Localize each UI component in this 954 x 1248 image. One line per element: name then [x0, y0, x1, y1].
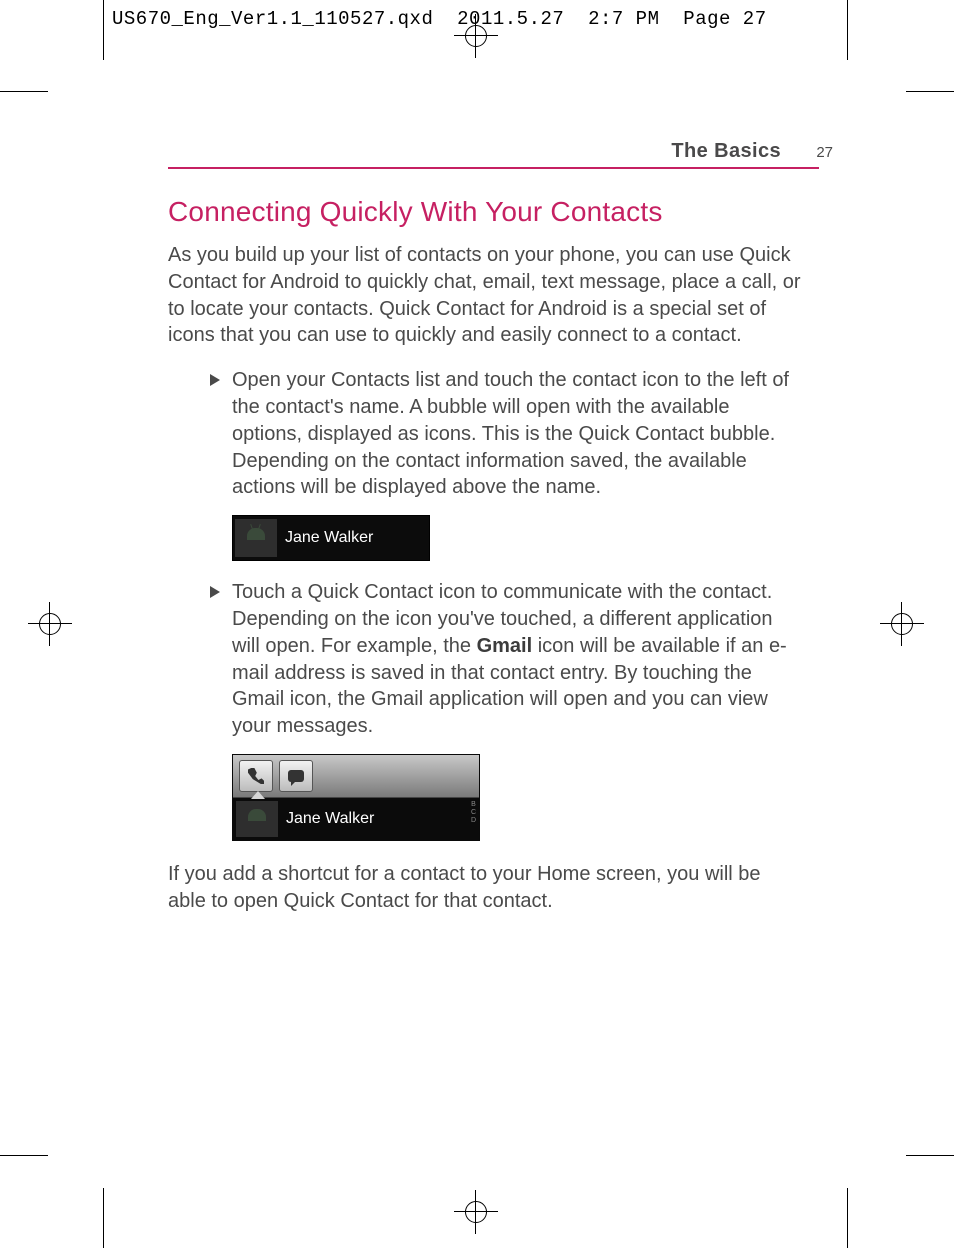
contact-name: Jane Walker	[285, 527, 373, 548]
crop-mark	[0, 91, 48, 92]
contact-chip-screenshot: Jane Walker	[232, 515, 430, 561]
heading: Connecting Quickly With Your Contacts	[168, 196, 802, 228]
intro-paragraph: As you build up your list of contacts on…	[168, 242, 802, 349]
print-slug-line: US670_Eng_Ver1.1_110527.qxd 2011.5.27 2:…	[112, 8, 767, 30]
contact-name: Jane Walker	[286, 808, 374, 829]
registration-mark-icon	[454, 1190, 498, 1234]
registration-mark-icon	[880, 602, 924, 646]
bullet-text-line: Touch a Quick Contact icon to communicat…	[232, 581, 772, 603]
crop-mark	[0, 1155, 48, 1156]
bullet-text: Touch a Quick Contact icon to communicat…	[232, 579, 802, 740]
bullet-item: Touch a Quick Contact icon to communicat…	[210, 579, 802, 841]
bullet-text: Open your Contacts list and touch the co…	[232, 367, 802, 501]
crop-mark	[847, 1188, 848, 1248]
phone-icon	[248, 768, 264, 784]
crop-mark	[906, 1155, 954, 1156]
crop-mark	[906, 91, 954, 92]
contact-avatar-icon	[236, 801, 278, 837]
bullet-triangle-icon	[210, 374, 220, 386]
quick-contact-screenshot: Jane Walker B C D	[232, 754, 480, 841]
crop-mark	[847, 0, 848, 60]
crop-mark	[103, 0, 104, 60]
contact-row: Jane Walker B C D	[233, 798, 479, 840]
header-rule	[168, 167, 819, 169]
page-number: 27	[816, 144, 833, 161]
crop-mark	[103, 1188, 104, 1248]
bold-term: Gmail	[477, 635, 533, 657]
quick-contact-action-bar	[233, 755, 479, 798]
section-title: The Basics	[168, 140, 819, 163]
sms-icon	[288, 770, 304, 782]
bullet-triangle-icon	[210, 586, 220, 598]
bullet-item: Open your Contacts list and touch the co…	[210, 367, 802, 561]
sms-action-button	[279, 760, 313, 792]
contact-avatar-icon	[235, 519, 277, 557]
registration-mark-icon	[28, 602, 72, 646]
bubble-pointer-icon	[251, 791, 265, 799]
phone-action-button	[239, 760, 273, 792]
index-letters: B C D	[471, 801, 476, 825]
page-content: Connecting Quickly With Your Contacts As…	[168, 196, 802, 933]
running-header: The Basics 27	[168, 140, 819, 169]
outro-paragraph: If you add a shortcut for a contact to y…	[168, 861, 802, 915]
